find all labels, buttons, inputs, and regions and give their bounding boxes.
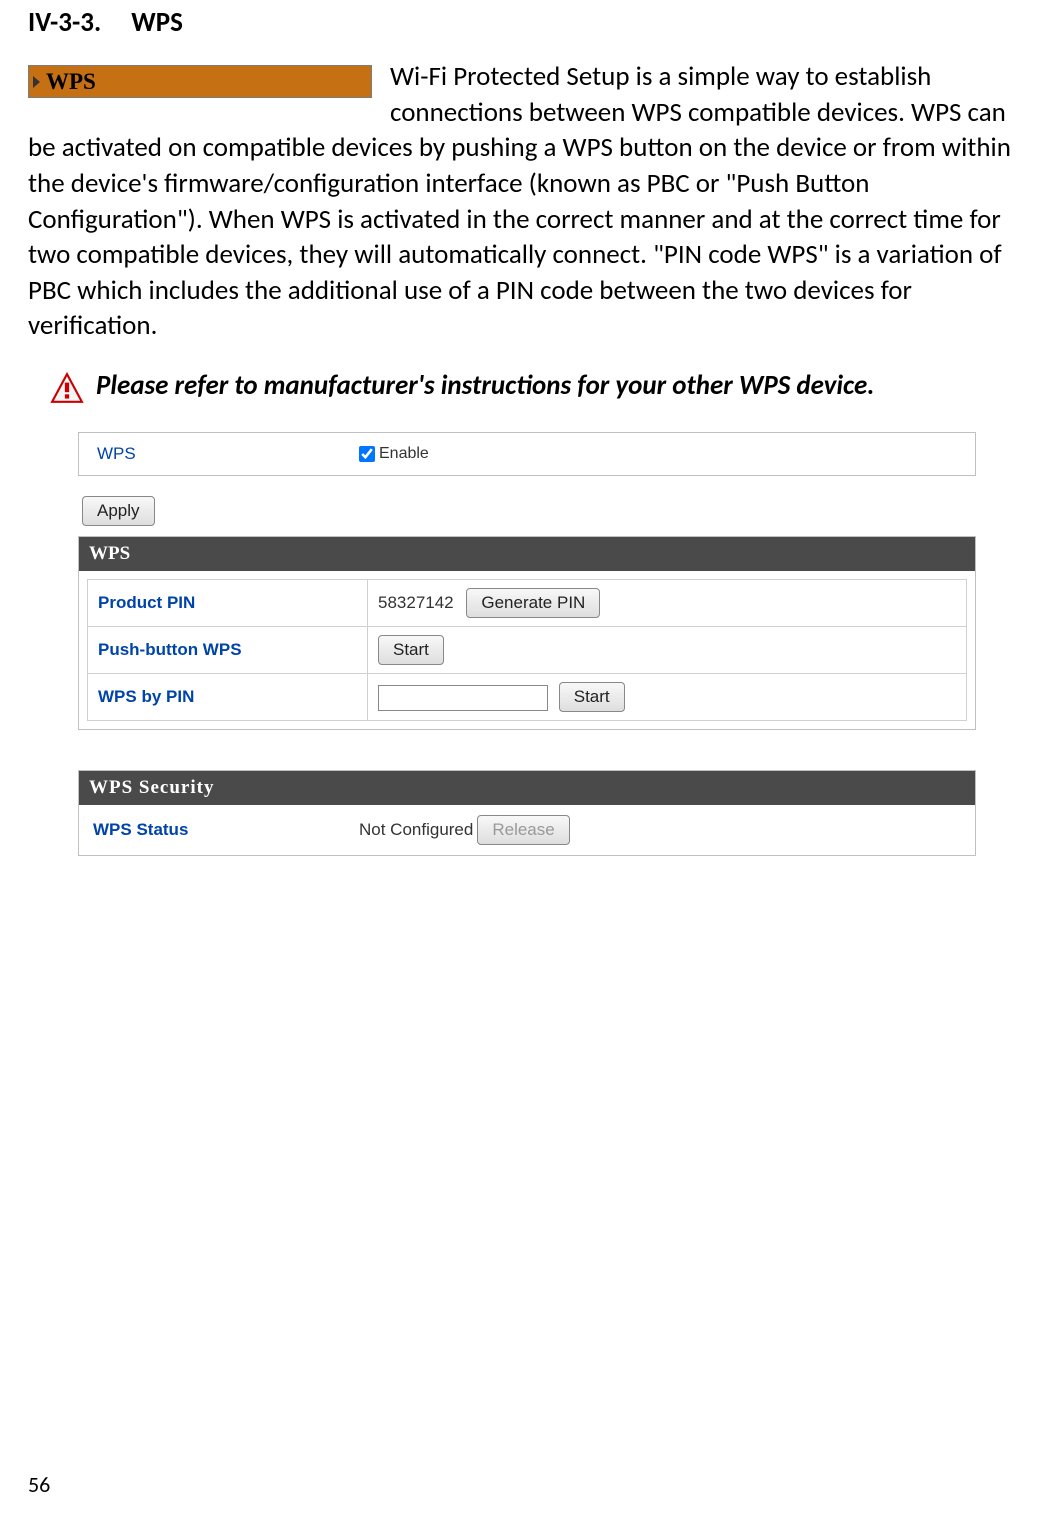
wps-tab-graphic: WPS [28,65,372,98]
table-row: WPS by PIN Start [88,674,967,721]
chevron-right-icon [33,76,40,88]
warning-block: Please refer to manufacturer's instructi… [28,368,1026,406]
wps-enable-label: WPS [79,444,359,464]
product-pin-label: Product PIN [88,580,368,627]
section-heading: IV-3-3. WPS [28,0,1026,59]
wps-by-pin-input[interactable] [378,685,548,711]
wps-status-value: Not Configured [359,820,473,840]
table-row: Push-button WPS Start [88,627,967,674]
page-number: 56 [28,1471,50,1498]
warning-text: Please refer to manufacturer's instructi… [96,368,874,403]
wps-enable-panel: WPS Enable [78,432,976,476]
wps-status-label: WPS Status [93,820,359,840]
release-button[interactable]: Release [477,815,569,845]
wps-by-pin-start-button[interactable]: Start [559,682,625,712]
product-pin-value: 58327142 [378,593,454,613]
wps-tab-label: WPS [46,69,96,95]
wps-panel: WPS Product PIN 58327142 Generate PIN Pu… [78,536,976,730]
push-button-wps-label: Push-button WPS [88,627,368,674]
table-row: Product PIN 58327142 Generate PIN [88,580,967,627]
wps-security-panel: WPS Security WPS Status Not Configured R… [78,770,976,856]
wps-by-pin-label: WPS by PIN [88,674,368,721]
warning-icon [50,372,84,406]
apply-button[interactable]: Apply [82,496,155,526]
wps-security-panel-header: WPS Security [79,771,975,805]
section-number: IV-3-3. [28,6,101,39]
wps-enable-checkbox-label: Enable [379,445,429,463]
wps-panel-header: WPS [79,537,975,571]
section-title: WPS [131,6,183,39]
generate-pin-button[interactable]: Generate PIN [466,588,600,618]
push-button-start-button[interactable]: Start [378,635,444,665]
screenshot-area: WPS Enable Apply WPS Product PIN 5832714… [28,432,1026,856]
wps-enable-checkbox[interactable] [359,446,375,462]
intro-paragraph: Wi-Fi Protected Setup is a simple way to… [28,59,1026,344]
